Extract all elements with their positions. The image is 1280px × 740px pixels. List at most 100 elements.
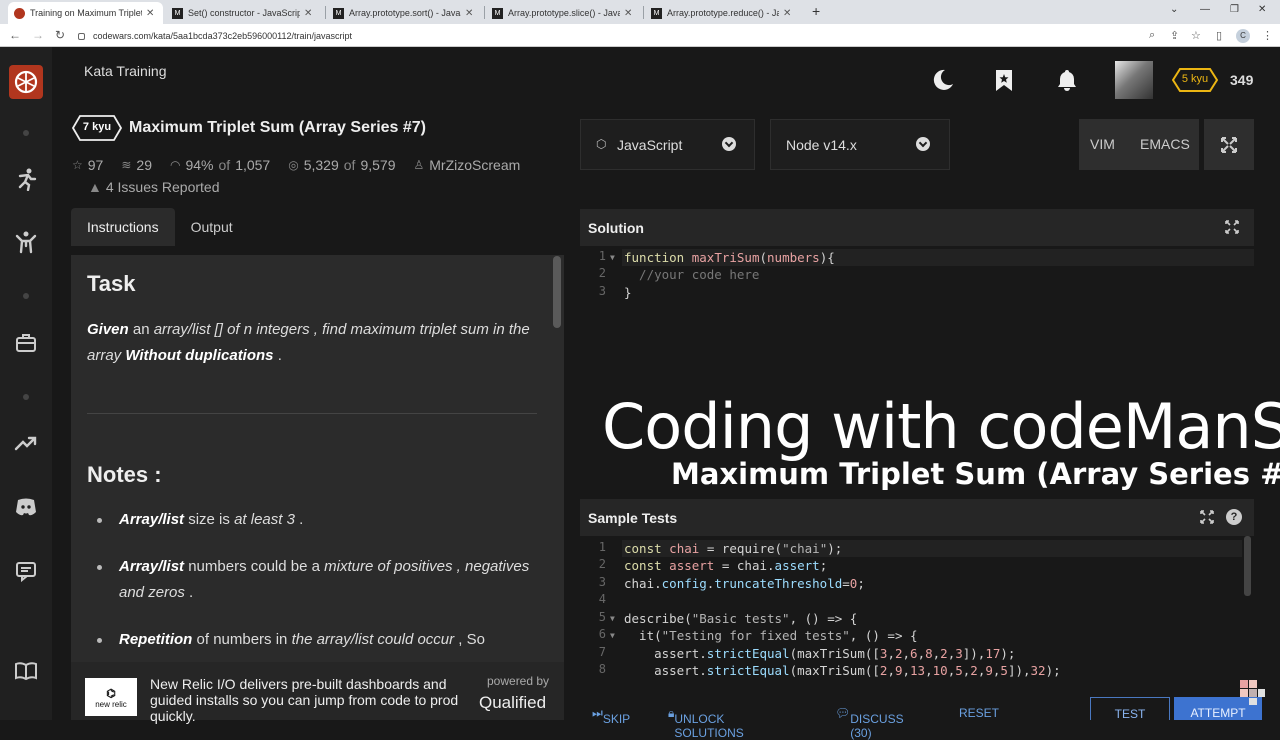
text-fragment: numbers could be a	[184, 558, 325, 575]
issues-reported-link[interactable]: ▲ 4 Issues Reported	[88, 179, 219, 195]
docs-book-icon[interactable]	[14, 659, 38, 683]
nav-separator-dot	[23, 293, 29, 299]
forward-icon[interactable]: →	[32, 28, 44, 42]
discord-icon[interactable]	[14, 495, 38, 519]
notes-heading: Notes :	[87, 462, 162, 487]
rank-text: 5 kyu	[1181, 73, 1209, 85]
unlock-label: UNLOCK SOLUTIONS	[674, 712, 744, 740]
user-icon: ♙	[413, 158, 425, 172]
tab-title: Set() constructor - JavaScript | M	[188, 8, 300, 18]
profile-avatar[interactable]: C	[1236, 29, 1250, 43]
discussions-chat-icon[interactable]	[14, 559, 38, 583]
sidebar-toggle-icon[interactable]: ▯	[1216, 29, 1222, 42]
chevron-down-icon	[916, 137, 930, 151]
user-avatar[interactable]	[1115, 61, 1153, 99]
line-number: 1	[598, 249, 606, 263]
expand-icon	[1221, 137, 1237, 153]
reload-icon[interactable]: ↻	[55, 28, 65, 42]
list-item: Repetition of numbers in the array/list …	[97, 627, 537, 653]
tab-search-icon[interactable]: ⌄	[1170, 4, 1178, 15]
fold-arrow-icon[interactable]: ▼	[610, 253, 615, 262]
codewars-logo-icon[interactable]	[9, 65, 43, 99]
collections-stat[interactable]: ≋ 29	[121, 157, 152, 173]
close-tab-icon[interactable]: ✕	[304, 8, 312, 19]
warning-icon: ▲	[88, 179, 102, 195]
code-line: //your code here	[624, 267, 760, 282]
leaderboard-trend-icon[interactable]	[14, 431, 38, 455]
browser-tab-set[interactable]: M Set() constructor - JavaScript | M ✕	[166, 2, 321, 24]
back-icon[interactable]: ←	[9, 28, 21, 42]
close-tab-icon[interactable]: ✕	[783, 8, 791, 19]
discuss-button[interactable]: 💬︎ DISCUSS (30)	[835, 706, 904, 740]
sample-tests-title: Sample Tests	[588, 510, 678, 526]
author-stat[interactable]: ♙ MrZizoScream	[414, 157, 521, 173]
dark-mode-moon-icon[interactable]	[931, 68, 955, 92]
expand-icon[interactable]	[1200, 510, 1214, 524]
mdn-favicon-icon: M	[333, 7, 344, 19]
close-tab-icon[interactable]: ✕	[624, 8, 632, 19]
bookmarks-icon[interactable]	[992, 68, 1016, 92]
fullscreen-button[interactable]	[1204, 119, 1254, 170]
vim-mode-button[interactable]: VIM	[1090, 136, 1115, 152]
language-value: JavaScript	[617, 137, 683, 153]
minimize-icon[interactable]: —	[1200, 4, 1210, 15]
browser-menu-icon[interactable]: ⋮	[1262, 29, 1273, 42]
text-fragment: Without duplications	[125, 347, 274, 364]
test-button[interactable]: TEST	[1090, 697, 1170, 721]
browser-tab-kata[interactable]: Training on Maximum Triplet Sum ✕	[8, 2, 163, 24]
close-tab-icon[interactable]: ✕	[465, 8, 473, 19]
text-fragment: Array/list	[119, 511, 185, 528]
browser-tab-reduce[interactable]: M Array.prototype.reduce() - JavaS ✕	[645, 2, 805, 24]
address-bar: ← → ↻ codewars.com/kata/5aa1bcda373c2eb5…	[0, 24, 1280, 47]
runtime-version-select[interactable]: Node v14.x	[770, 119, 950, 170]
new-tab-icon[interactable]: +	[812, 3, 820, 19]
close-tab-icon[interactable]: ✕	[146, 8, 154, 19]
language-select[interactable]: ⬡ JavaScript	[580, 119, 755, 170]
video-overlay-subtitle: Maximum Triplet Sum (Array Series #7)	[671, 457, 1280, 491]
notes-list: Array/list size is at least 3 . Array/li…	[97, 507, 537, 662]
chevron-down-icon	[722, 137, 736, 151]
tab-output[interactable]: Output	[175, 208, 249, 246]
share-icon[interactable]: ⇪	[1170, 29, 1179, 42]
bookmark-star-icon[interactable]: ☆	[1191, 29, 1201, 42]
train-icon[interactable]	[14, 167, 38, 192]
expand-icon[interactable]	[1225, 220, 1239, 234]
briefcase-icon[interactable]	[14, 331, 38, 355]
instructions-scrollbar[interactable]	[553, 256, 561, 328]
star-icon: ☆	[72, 158, 83, 172]
code-line: const assert = chai.assert;	[624, 558, 828, 573]
of-label: of	[218, 157, 231, 173]
line-number: 7	[598, 645, 606, 659]
practice-icon[interactable]	[14, 230, 38, 254]
editor-scrollbar[interactable]	[1244, 536, 1251, 596]
watermark-logo-icon	[1238, 678, 1266, 706]
reset-button[interactable]: RESET	[959, 706, 999, 720]
zoom-icon[interactable]: ⌕	[1149, 29, 1155, 42]
url-field[interactable]: codewars.com/kata/5aa1bcda373c2eb5960001…	[78, 28, 1148, 44]
stars-stat[interactable]: ☆ 97	[72, 157, 103, 173]
skip-button[interactable]: ⏭ SKIP	[592, 706, 630, 726]
given-text: Given	[87, 321, 129, 338]
browser-tab-sort[interactable]: M Array.prototype.sort() - JavaScript ✕	[327, 2, 482, 24]
code-line: describe("Basic tests", () => {	[624, 611, 858, 626]
help-icon[interactable]: ?	[1226, 509, 1242, 525]
nav-separator-dot	[23, 130, 29, 136]
satisfaction-votes: 1,057	[235, 157, 271, 173]
browser-tab-slice[interactable]: M Array.prototype.slice() - JavaScript ✕	[486, 2, 641, 24]
powered-by-label: powered by	[487, 674, 550, 688]
restore-icon[interactable]: ❐	[1230, 4, 1239, 15]
fold-arrow-icon[interactable]: ▼	[610, 614, 615, 623]
notifications-bell-icon[interactable]	[1055, 68, 1079, 92]
tab-instructions[interactable]: Instructions	[71, 208, 175, 246]
sample-tests-editor[interactable]: 1 const chai = require("chai"); 2 const …	[580, 536, 1254, 700]
new-relic-logo: ⌬ new relic	[85, 678, 137, 716]
close-window-icon[interactable]: ✕	[1258, 4, 1266, 15]
unlock-solutions-button[interactable]: 🔒︎ UNLOCK SOLUTIONS	[668, 706, 744, 740]
code-line: }	[624, 285, 632, 300]
fold-arrow-icon[interactable]: ▼	[610, 631, 615, 640]
list-item: Array/list size is at least 3 .	[97, 507, 537, 533]
tab-title: Array.prototype.sort() - JavaScript	[349, 8, 461, 18]
emacs-mode-button[interactable]: EMACS	[1140, 136, 1190, 152]
nav-separator-dot	[23, 394, 29, 400]
sponsor-ad[interactable]: ⌬ new relic New Relic I/O delivers pre-bu…	[71, 662, 564, 724]
